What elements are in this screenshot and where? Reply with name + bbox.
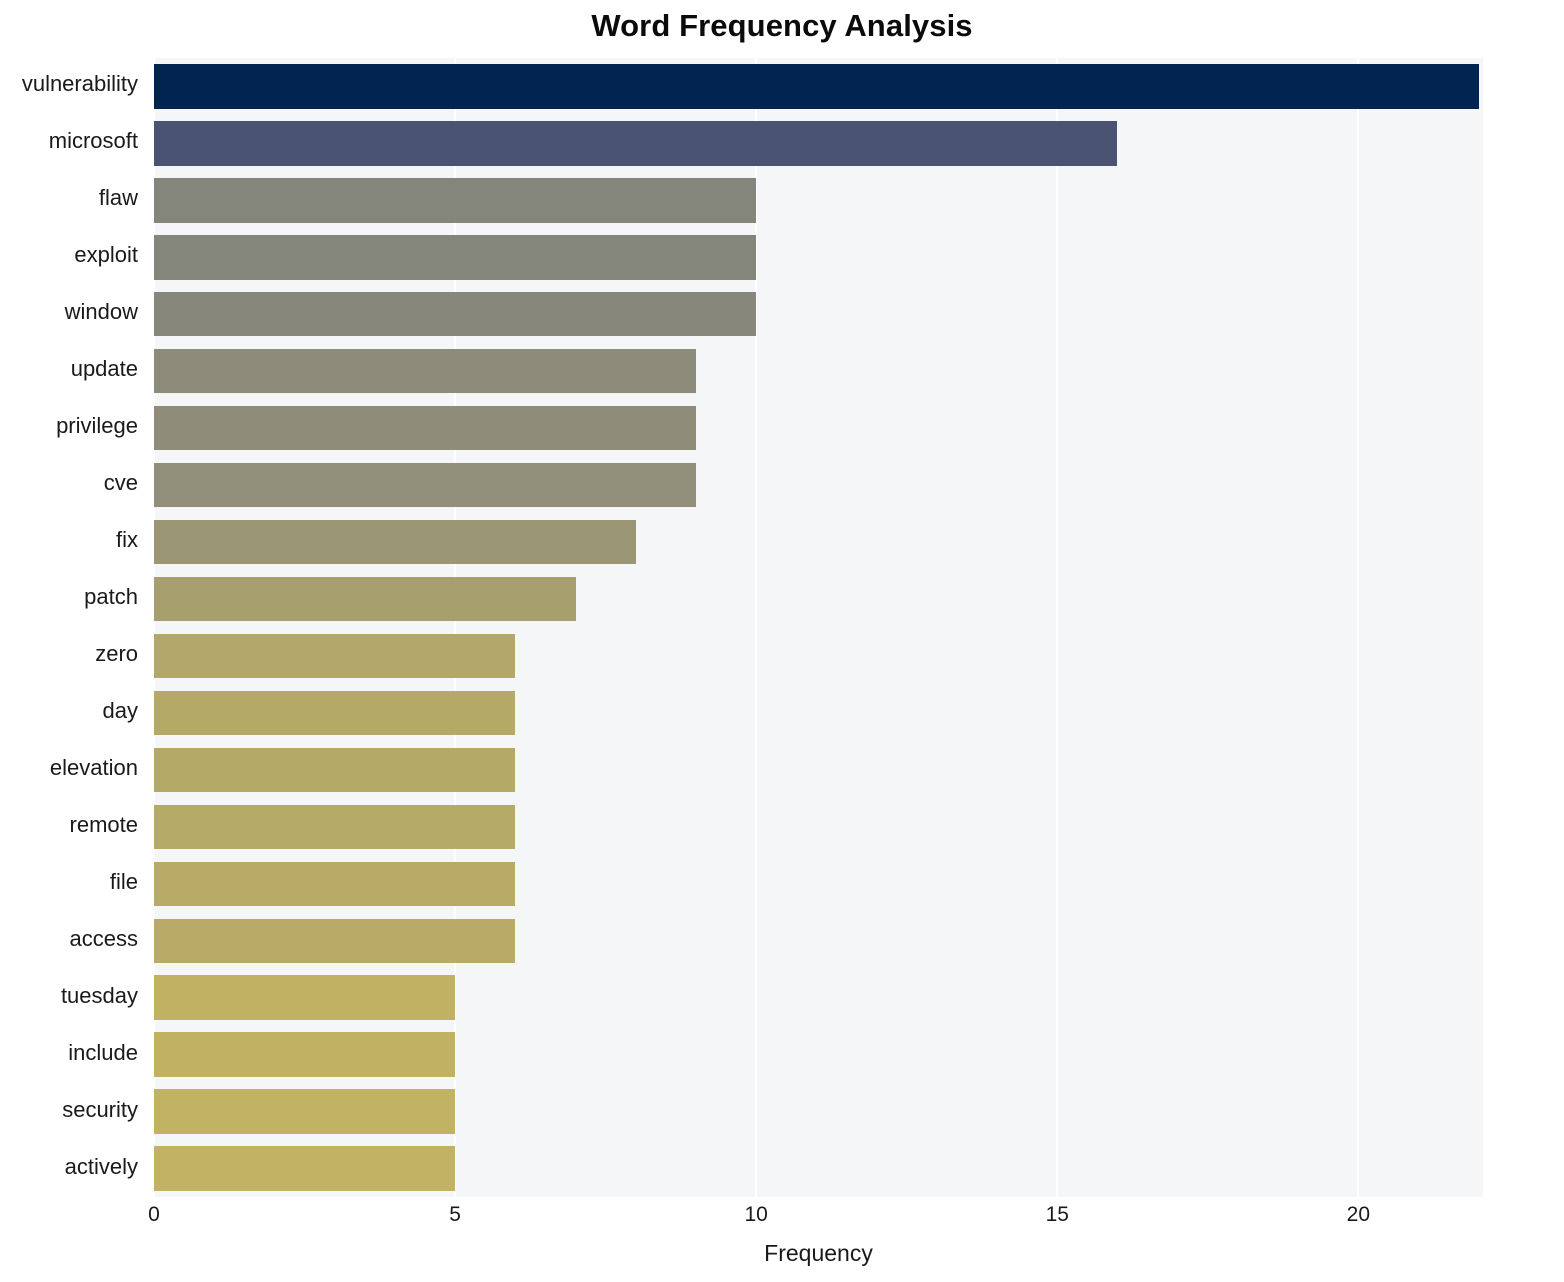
- y-tick-label-flaw: flaw: [98, 185, 138, 211]
- y-tick-label-cve: cve: [103, 470, 138, 496]
- bar-tuesday[interactable]: [154, 975, 456, 1020]
- y-tick-label-update: update: [70, 356, 138, 382]
- bar-zero[interactable]: [154, 633, 516, 679]
- bar-row: [154, 747, 1483, 793]
- bars-layer: [154, 58, 1483, 1197]
- bar-row: [154, 975, 1483, 1020]
- bar-remote[interactable]: [154, 804, 516, 850]
- bar-row: [154, 519, 1483, 565]
- y-tick-label-security: security: [62, 1096, 138, 1122]
- bar-file[interactable]: [154, 861, 516, 906]
- page-title: Word Frequency Analysis: [591, 8, 973, 43]
- bar-flaw[interactable]: [154, 178, 757, 223]
- plot-area: [154, 58, 1483, 1197]
- bar-row: [154, 861, 1483, 906]
- bar-row: [154, 1032, 1483, 1077]
- bar-row: [154, 804, 1483, 850]
- bar-elevation[interactable]: [154, 747, 516, 793]
- x-tick-label-20: 20: [1346, 1203, 1371, 1226]
- bar-access[interactable]: [154, 918, 516, 963]
- bar-row: [154, 462, 1483, 508]
- bar-day[interactable]: [154, 690, 516, 736]
- y-tick-label-include: include: [68, 1039, 138, 1065]
- bar-privilege[interactable]: [154, 405, 696, 451]
- bar-cve[interactable]: [154, 462, 696, 508]
- x-axis-title: Frequency: [764, 1240, 873, 1266]
- x-tick-label-5: 5: [449, 1203, 461, 1226]
- y-tick-label-microsoft: microsoft: [48, 128, 138, 154]
- bar-row: [154, 121, 1483, 166]
- x-tick-label-0: 0: [148, 1203, 160, 1226]
- bar-exploit[interactable]: [154, 235, 757, 280]
- bar-row: [154, 690, 1483, 736]
- y-tick-label-actively: actively: [64, 1153, 138, 1179]
- y-tick-label-fix: fix: [116, 527, 138, 553]
- y-tick-label-tuesday: tuesday: [60, 982, 138, 1008]
- bar-update[interactable]: [154, 349, 696, 394]
- bar-include[interactable]: [154, 1032, 456, 1077]
- y-tick-label-day: day: [102, 697, 138, 723]
- x-tick-label-10: 10: [744, 1203, 768, 1226]
- bar-microsoft[interactable]: [154, 121, 1118, 166]
- x-tick-label-15: 15: [1045, 1203, 1069, 1226]
- y-tick-label-access: access: [69, 925, 138, 951]
- bar-row: [154, 576, 1483, 622]
- bar-row: [154, 1089, 1483, 1134]
- bar-window[interactable]: [154, 292, 757, 337]
- bar-row: [154, 64, 1483, 109]
- y-tick-label-exploit: exploit: [74, 242, 138, 268]
- y-tick-label-vulnerability: vulnerability: [21, 71, 138, 97]
- bar-row: [154, 1146, 1483, 1191]
- bar-row: [154, 349, 1483, 394]
- bar-patch[interactable]: [154, 576, 576, 622]
- bar-row: [154, 178, 1483, 223]
- y-tick-label-privilege: privilege: [56, 413, 138, 439]
- y-tick-label-elevation: elevation: [49, 754, 138, 780]
- y-tick-label-patch: patch: [84, 584, 138, 610]
- bar-security[interactable]: [154, 1089, 456, 1134]
- bar-row: [154, 633, 1483, 679]
- y-tick-label-remote: remote: [69, 811, 138, 837]
- bar-row: [154, 405, 1483, 451]
- bar-row: [154, 235, 1483, 280]
- y-tick-label-file: file: [109, 868, 138, 894]
- bar-row: [154, 292, 1483, 337]
- bar-vulnerability[interactable]: [154, 64, 1479, 109]
- word-frequency-chart: Word Frequency Analysis vulnerability mic…: [0, 0, 1564, 1282]
- y-tick-label-window: window: [64, 299, 138, 325]
- y-tick-label-zero: zero: [95, 640, 138, 666]
- bar-fix[interactable]: [154, 519, 636, 565]
- x-axis-tick-labels: 0 5 10 15 20: [0, 1203, 1564, 1237]
- bar-row: [154, 918, 1483, 963]
- bar-actively[interactable]: [154, 1146, 456, 1191]
- y-axis-tick-labels: vulnerability microsoft flaw exploit window u…: [0, 58, 146, 1197]
